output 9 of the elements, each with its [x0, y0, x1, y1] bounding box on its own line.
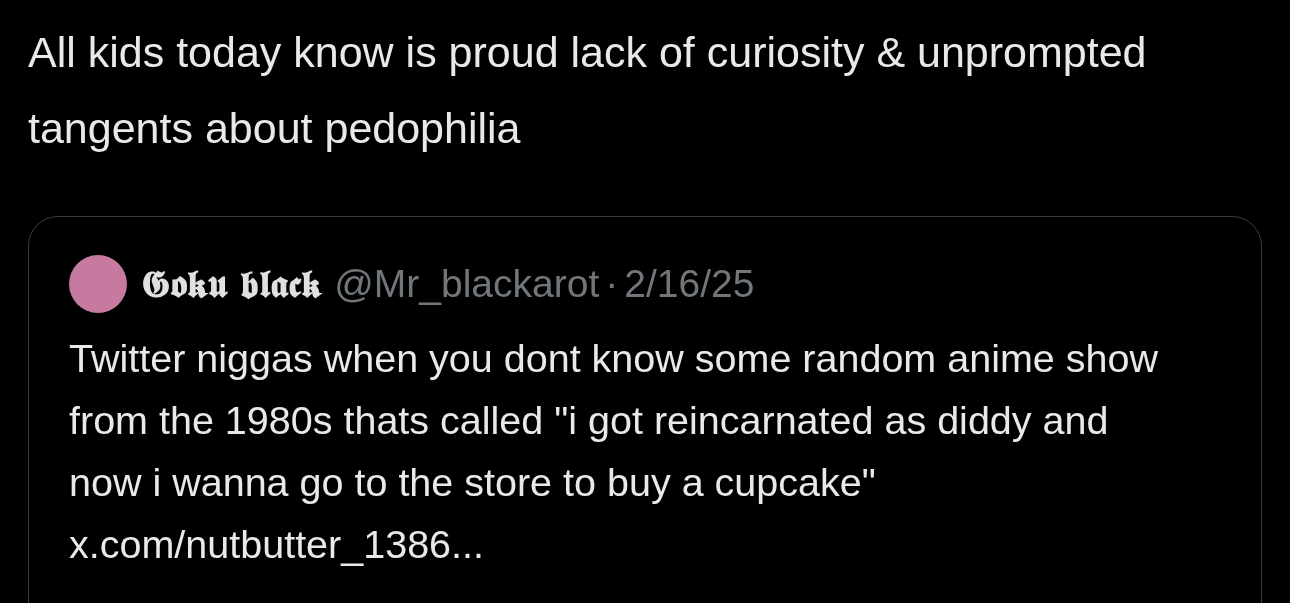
post-text: All kids today know is proud lack of curiosity & unprompted tangents about pedophilia [28, 27, 1148, 154]
post-date: 2/16/25 [624, 262, 755, 306]
post-link[interactable]: x.com/nutbutter_1386... [69, 522, 484, 566]
quoted-post-card[interactable] [28, 216, 1262, 603]
user-handle: @Mr_blackarot [334, 262, 600, 306]
display-name: 𝕲𝖔𝖐𝖚 𝖇𝖑𝖆𝖈𝖐 [141, 261, 323, 307]
avatar-placeholder [69, 255, 127, 313]
separator-dot: · [605, 262, 619, 306]
quoted-post-text: Twitter niggas when you dont know some random anime show from the 1980s thats called "i got reincarnated as diddy and now i wanna go to the store to buy a cupcake" x.com/nutbutter_1386... [69, 335, 1159, 568]
